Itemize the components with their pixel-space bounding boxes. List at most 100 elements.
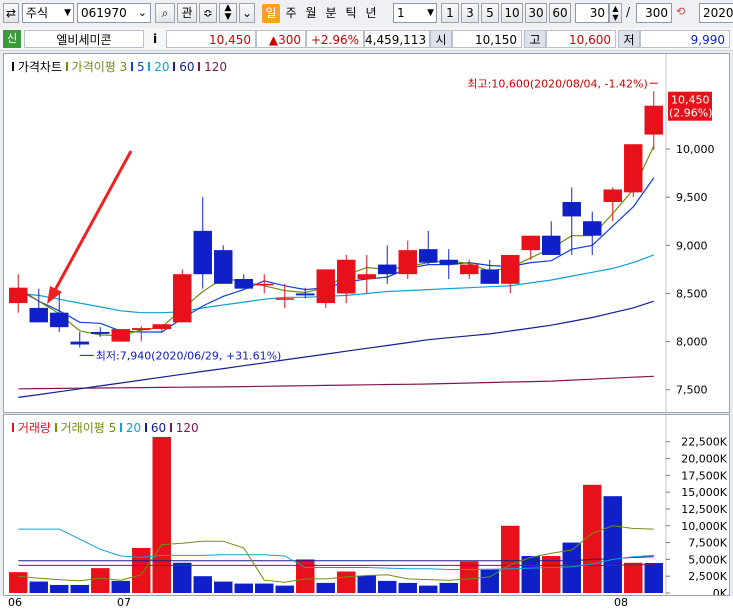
code-input[interactable]: 061970 ⌄ <box>77 3 151 23</box>
quick-interval-button[interactable]: 1 <box>441 3 459 23</box>
toolbar: ⇄ 주식 ▼ 061970 ⌄ ⌕ 관 ≎ ▲ ▼ ⌄ 일주월분틱년 1 ▼ 1… <box>0 0 733 29</box>
y-tick-label: 9,500 <box>676 191 708 204</box>
candle-body <box>193 230 212 275</box>
volume-bar <box>214 581 233 593</box>
interval-select[interactable]: 1 ▼ <box>393 3 437 23</box>
volume-bar <box>91 568 110 593</box>
rate-value: +2.96% <box>306 30 364 48</box>
candle-body <box>398 250 417 275</box>
candle-body <box>583 221 602 236</box>
y-tick-label: 17,500K <box>681 469 727 482</box>
period-tab[interactable]: 년 <box>362 4 380 23</box>
market-select[interactable]: 주식 ▼ <box>22 3 74 23</box>
quick-interval-button[interactable]: 3 <box>461 3 479 23</box>
period-tab[interactable]: 월 <box>302 4 320 23</box>
volume-bar <box>460 561 479 593</box>
candle-body <box>357 274 376 280</box>
price-ma-5: 5 <box>136 60 145 74</box>
watch-button[interactable]: 관 <box>177 3 197 23</box>
candle-body <box>50 312 69 328</box>
volume-ma-120: 120 <box>175 421 199 435</box>
volume-bar <box>50 584 69 593</box>
quick-interval-button[interactable]: 60 <box>549 3 571 23</box>
spin-down-icon: ▼ <box>612 13 619 22</box>
spin-button[interactable]: ▲ ▼ <box>219 3 237 23</box>
price-ma-20: 20 <box>154 60 170 74</box>
toggle-button[interactable]: ≎ <box>199 3 217 23</box>
volume-bar <box>480 568 499 593</box>
candle-body <box>480 269 499 284</box>
candle-body <box>214 250 233 284</box>
more-button[interactable]: ⌄ <box>239 3 255 23</box>
legend-bullet-icon <box>148 62 151 71</box>
volume-bar <box>398 582 417 593</box>
candle-body <box>275 298 294 300</box>
volume-bar <box>316 582 335 593</box>
quote-bar: 신 엘비세미콘 i 10,450 ▲300 +2.96% 4,459,113 시… <box>0 28 733 51</box>
price-ma-title: 가격이평 <box>71 60 116 74</box>
open-value: 10,150 <box>452 30 522 48</box>
quick-interval-button[interactable]: 5 <box>481 3 499 23</box>
candle-body <box>255 283 274 286</box>
volume-bar <box>624 562 643 593</box>
y-tick-label: 7,500 <box>676 384 708 397</box>
volume-ma-60: 60 <box>150 421 167 435</box>
count-input[interactable]: 30 <box>575 3 609 23</box>
quick-interval-button[interactable]: 30 <box>525 3 547 23</box>
period-tab[interactable]: 일 <box>262 4 280 23</box>
nav-arrows-button[interactable]: ⇄ <box>3 3 19 23</box>
candle-body <box>603 189 622 202</box>
total-input[interactable]: 300 <box>636 3 672 23</box>
period-tab[interactable]: 분 <box>322 4 340 23</box>
high-annotation: 최고:10,600(2020/08/04, -1.42%) <box>467 77 647 90</box>
volume-bar <box>193 576 212 593</box>
period-tab[interactable]: 틱 <box>342 4 360 23</box>
price-chart[interactable]: 7,500 8,000 8,500 9,000 9,500 10,000 10,450(2.… <box>4 54 729 412</box>
volume-bar <box>255 583 274 593</box>
y-tick-label: 7,500K <box>688 537 727 550</box>
volume-chart[interactable]: 0K 2,500K 5,000K 7,500K 10,000K 12,500K 15,000… <box>4 415 729 600</box>
price-legend: 가격차트 가격이평 3 5 20 60 120 <box>12 58 227 75</box>
double-arrow-icon: ⇄ <box>5 6 17 20</box>
legend-bullet-icon <box>12 62 14 71</box>
refresh-icon[interactable]: ⟲ <box>676 5 685 18</box>
legend-bullet-icon <box>145 423 148 432</box>
period-tab[interactable]: 주 <box>282 4 300 23</box>
quick-interval-button[interactable]: 10 <box>501 3 523 23</box>
x-tick-label: 07 <box>117 596 131 609</box>
candle-body <box>378 264 397 275</box>
candle-body <box>234 279 253 289</box>
y-tick-label: 22,500K <box>681 436 727 449</box>
expand-icon: ≎ <box>202 6 214 20</box>
date-input[interactable]: 2020/ <box>699 3 733 23</box>
legend-bullet-icon <box>131 62 134 71</box>
slash: / <box>626 5 631 19</box>
volume-bar <box>29 581 48 593</box>
y-tick-label: 12,500K <box>681 503 727 516</box>
volume-bar <box>70 584 89 593</box>
candle-body <box>501 254 520 284</box>
candle-body <box>70 341 89 345</box>
candle-body <box>91 331 110 334</box>
volume-panel[interactable]: 0K 2,500K 5,000K 7,500K 10,000K 12,500K 15,000… <box>3 414 730 600</box>
change-value: ▲300 <box>256 30 306 48</box>
candle-body <box>337 259 356 294</box>
count-spin[interactable]: ▲ ▼ <box>609 3 622 23</box>
new-badge: 신 <box>3 30 21 48</box>
candle-body <box>460 264 479 275</box>
volume-value: 4,459,113 <box>364 30 430 48</box>
volume-bar <box>111 580 130 593</box>
price-ma-60: 60 <box>179 60 195 74</box>
legend-bullet-icon <box>173 62 176 71</box>
candle-body <box>29 307 48 323</box>
stock-name[interactable]: 엘비세미콘 <box>24 30 144 48</box>
candle-body <box>111 329 130 342</box>
search-button[interactable]: ⌕ <box>155 3 175 23</box>
volume-bar <box>132 547 151 593</box>
volume-bar <box>296 559 315 593</box>
candle-body <box>296 293 315 296</box>
info-button[interactable]: i <box>147 30 163 48</box>
volume-bar <box>378 580 397 593</box>
candle-body <box>9 287 28 304</box>
price-panel[interactable]: 7,500 8,000 8,500 9,000 9,500 10,000 10,450 (2.… <box>3 53 730 413</box>
